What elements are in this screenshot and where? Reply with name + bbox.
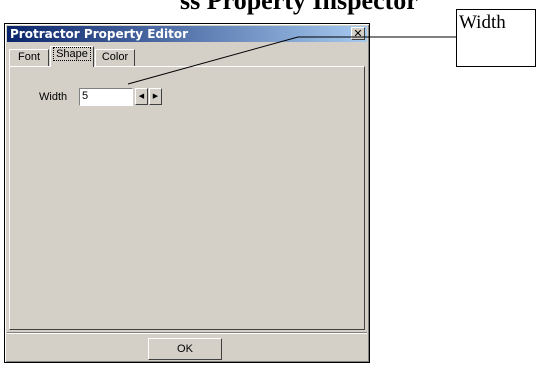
tab-shape-label: Shape <box>53 47 91 61</box>
tab-shape[interactable]: Shape <box>50 46 94 67</box>
callout-box: Width <box>456 9 536 67</box>
